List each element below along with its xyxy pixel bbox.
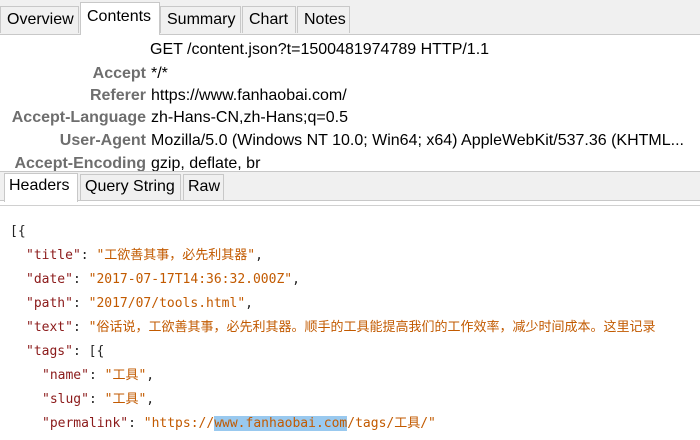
header-key: User-Agent bbox=[59, 132, 146, 149]
json-key: "permalink" bbox=[42, 416, 129, 431]
tab-query-string[interactable]: Query String bbox=[80, 174, 181, 200]
json-line: "slug": "工具", bbox=[42, 392, 155, 407]
header-key: Accept bbox=[92, 65, 146, 82]
json-key: "title" bbox=[26, 248, 81, 263]
json-line: [{ bbox=[10, 220, 26, 244]
json-punctuation: [{ bbox=[10, 224, 26, 239]
json-key: "tags" bbox=[26, 344, 73, 359]
selected-text[interactable]: www.fanhaobai.com bbox=[214, 416, 348, 431]
header-value: Mozilla/5.0 (Windows NT 10.0; Win64; x64… bbox=[151, 132, 684, 149]
json-string: "工具" bbox=[104, 368, 147, 383]
tab-summary[interactable]: Summary bbox=[160, 6, 241, 33]
json-line: }] bbox=[26, 436, 42, 440]
tab-contents[interactable]: Contents bbox=[80, 2, 160, 35]
tab-headers[interactable]: Headers bbox=[4, 173, 78, 202]
json-line: "permalink": "https://www.fanhaobai.com/… bbox=[42, 416, 436, 431]
json-string: "工具" bbox=[104, 392, 147, 407]
top-tab-bar: Overview Contents Summary Chart Notes bbox=[0, 0, 700, 35]
json-key: "text" bbox=[26, 320, 73, 335]
json-string: "https:// bbox=[143, 416, 215, 431]
json-key: "slug" bbox=[42, 392, 89, 407]
json-key: "name" bbox=[42, 368, 89, 383]
header-value: */* bbox=[151, 65, 168, 82]
json-response-view[interactable]: [{ "title": "工欲善其事，必先利其器", "date": "2017… bbox=[0, 205, 700, 440]
json-line: "title": "工欲善其事，必先利其器", bbox=[26, 248, 263, 263]
header-value: zh-Hans-CN,zh-Hans;q=0.5 bbox=[151, 109, 348, 126]
header-row: Referer https://www.fanhaobai.com/ bbox=[0, 87, 700, 109]
response-tab-bar: Headers Query String Raw bbox=[0, 171, 700, 202]
json-punctuation: [{ bbox=[88, 344, 105, 359]
json-string: "工欲善其事，必先利其器" bbox=[96, 248, 256, 263]
header-value: https://www.fanhaobai.com/ bbox=[151, 87, 347, 104]
json-line: "path": "2017/07/tools.html", bbox=[26, 296, 253, 311]
header-key: Accept-Language bbox=[11, 109, 146, 126]
header-key: Referer bbox=[89, 87, 146, 104]
json-string: "2017-07-17T14:36:32.000Z" bbox=[88, 272, 293, 287]
header-row: Accept-Language zh-Hans-CN,zh-Hans;q=0.5 bbox=[0, 109, 700, 131]
header-key: Accept-Encoding bbox=[14, 155, 146, 171]
json-line: "tags": [{ bbox=[26, 344, 105, 359]
header-value: gzip, deflate, br bbox=[151, 155, 261, 171]
tab-overview[interactable]: Overview bbox=[0, 6, 79, 33]
request-headers-pane: GET /content.json?t=1500481974789 HTTP/1… bbox=[0, 35, 700, 171]
json-line: "date": "2017-07-17T14:36:32.000Z", bbox=[26, 272, 300, 287]
header-row: Accept */* bbox=[0, 65, 700, 87]
header-row: User-Agent Mozilla/5.0 (Windows NT 10.0;… bbox=[0, 132, 700, 154]
tab-chart[interactable]: Chart bbox=[242, 6, 296, 33]
json-string: "2017/07/tools.html" bbox=[88, 296, 246, 311]
json-key: "path" bbox=[26, 296, 73, 311]
request-line: GET /content.json?t=1500481974789 HTTP/1… bbox=[150, 41, 490, 58]
header-row: Accept-Encoding gzip, deflate, br bbox=[0, 155, 700, 171]
json-string: "俗话说，工欲善其事，必先利其器。顺手的工具能提高我们的工作效率，减少时间成本。… bbox=[88, 320, 656, 335]
json-key: "date" bbox=[26, 272, 73, 287]
json-string: /tags/工具/" bbox=[347, 416, 436, 431]
json-line: "name": "工具", bbox=[42, 368, 155, 383]
tab-raw[interactable]: Raw bbox=[183, 174, 224, 200]
tab-notes[interactable]: Notes bbox=[297, 6, 350, 33]
json-line: "text": "俗话说，工欲善其事，必先利其器。顺手的工具能提高我们的工作效率… bbox=[26, 320, 656, 335]
